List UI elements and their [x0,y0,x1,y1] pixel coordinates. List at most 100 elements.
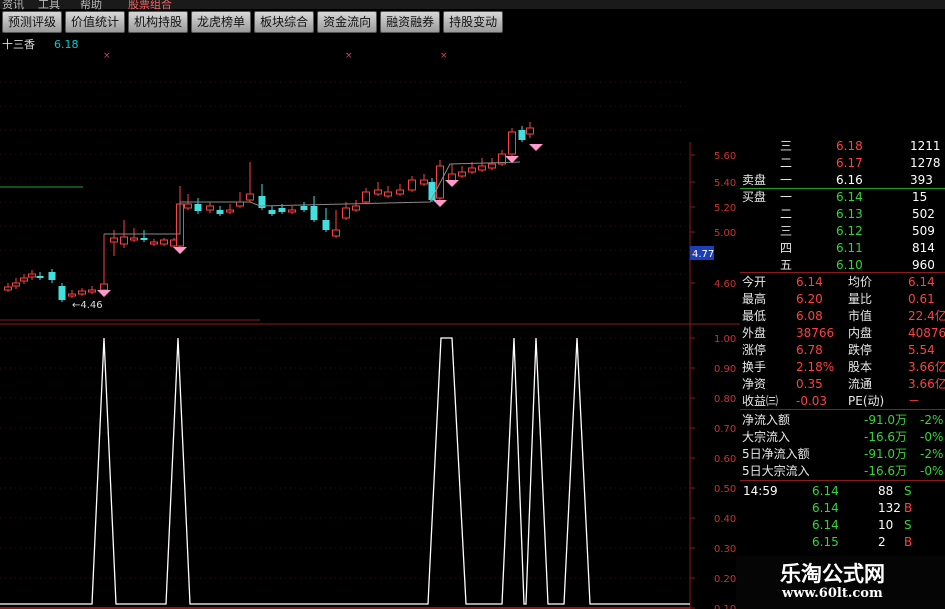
stat-label: 最低 [742,309,767,323]
bid-volume: 509 [912,224,935,238]
stat-label: 换手 [742,360,767,374]
holding-change-button[interactable]: 持股变动 [443,11,504,33]
candle-body [110,237,118,243]
stat-label: 跌停 [848,343,873,357]
stat-value: 5.54 [908,343,935,357]
bid-price: 6.11 [836,241,863,255]
flow-amount: -91.0万 [864,447,908,461]
tick-side: B [904,501,913,515]
fund-flow-row: 净流入额 -91.0万 -2% [740,412,945,429]
oscillator-axis-label: 0.80 [714,394,736,405]
margin-trading-button[interactable]: 融资融券 [380,11,441,33]
fund-flow-row: 大宗流入 -16.6万 -0% [740,429,945,446]
candle-body [408,179,416,191]
level-label: 二 [780,207,793,221]
candle-body [518,130,526,140]
oscillator-axis-label: 0.30 [714,544,736,555]
ask-volume: 1278 [910,156,941,170]
oscillator-axis-label: 0.50 [714,484,736,495]
candle-body [332,229,340,237]
stat-label: 内盘 [848,326,873,340]
stat-label: 外盘 [742,326,767,340]
flow-amount: -16.6万 [864,464,908,478]
flow-amount: -91.0万 [864,413,908,427]
price-axis-label: 5.00 [714,228,736,239]
oscillator-axis-label: 1.00 [714,334,736,345]
current-price-tag: 4.77 [692,249,714,260]
ask-volume: 1211 [910,139,941,153]
ask-price: 6.18 [836,139,863,153]
candle-body [322,220,330,230]
buy-level-row: 四 6.11 814 [740,240,945,257]
stat-value: 0.61 [908,292,935,306]
tick-price: 6.14 [812,484,839,498]
svg-text:×: × [440,51,448,61]
watermark-title: 乐淘公式网 [780,562,885,586]
chart-area[interactable]: × × × 十三香 6.18 ←4.46 5.60 5.40 5.20 5.004.77 4… [0,34,740,609]
stat-label: 收益㈢ [742,394,779,408]
candle-body [120,236,128,245]
tick-side: S [904,518,912,532]
candle-body [78,290,86,295]
oscillator-axis: 1.00 0.90 0.80 0.70 0.60 0.50 0.40 0.30 0.20 0.10 [690,334,736,609]
stat-value: 6.14 [796,275,823,289]
candle-body [68,293,76,297]
candle-body [194,204,202,211]
candle-body [508,131,516,155]
candle-body [300,206,308,210]
candle-body [12,282,20,287]
candle-body [226,209,234,213]
tick-side: B [904,535,913,549]
stat-value: 6.78 [796,343,823,357]
stat-value: 6.20 [796,292,823,306]
stat-row: 外盘 38766 内盘 40876 [740,325,945,342]
stat-label: 最高 [742,292,767,306]
signal-marker [445,180,459,187]
candle-body [160,239,168,245]
sell-label-row: 卖盘 [740,172,945,189]
dragon-tiger-list-button[interactable]: 龙虎榜单 [191,11,252,33]
candle-body [420,179,428,185]
institution-holdings-button[interactable]: 机构持股 [128,11,189,33]
svg-text:×: × [103,51,111,61]
candle-body [236,201,244,207]
candle-body [352,205,360,211]
stat-value: 6.14 [908,275,935,289]
stat-row: 最低 6.08 市值 22.4亿 [740,308,945,325]
panel-divider [740,480,945,481]
bid-volume: 814 [912,241,935,255]
tick-side: S [904,484,912,498]
bid-volume: 502 [912,207,935,221]
candle-body [20,277,28,282]
oscillator-axis-label: 0.10 [714,604,736,609]
sell-level-row: 三 6.18 1211 [740,138,945,155]
oscillator-axis-label: 0.40 [714,514,736,525]
low-price-label: ←4.46 [72,300,103,311]
buy-level-row: 三 6.12 509 [740,223,945,240]
level-label: 三 [780,139,793,153]
stat-label: 股本 [848,360,873,374]
stat-label: 今开 [742,275,767,289]
trend-step-line [104,161,521,235]
tick-volume: 88 [878,484,894,498]
svg-text:×: × [345,51,353,61]
level-label: 一 [780,190,793,204]
ask-price: 6.17 [836,156,863,170]
forecast-rating-button[interactable]: 预测评级 [2,11,63,33]
price-axis-label: 5.20 [714,203,736,214]
stat-value: -0.03 [796,394,828,408]
sector-summary-button[interactable]: 板块综合 [254,11,315,33]
stat-row: 收益㈢ -0.03 PE(动) － [740,393,945,410]
candle-body [184,203,192,209]
flow-percent: -0% [920,464,944,478]
stat-value: 3.66亿 [908,377,945,391]
panel-divider [740,409,945,410]
watermark: 乐淘公式网 www.60lt.com [736,556,945,609]
fund-flow-button[interactable]: 资金流向 [317,11,378,33]
price-axis-label: 4.60 [714,279,736,290]
value-stats-button[interactable]: 价值统计 [65,11,126,33]
candle-body [488,163,496,169]
stat-label: 市值 [848,309,873,323]
candle-body [28,273,36,278]
candle-body [206,205,214,211]
